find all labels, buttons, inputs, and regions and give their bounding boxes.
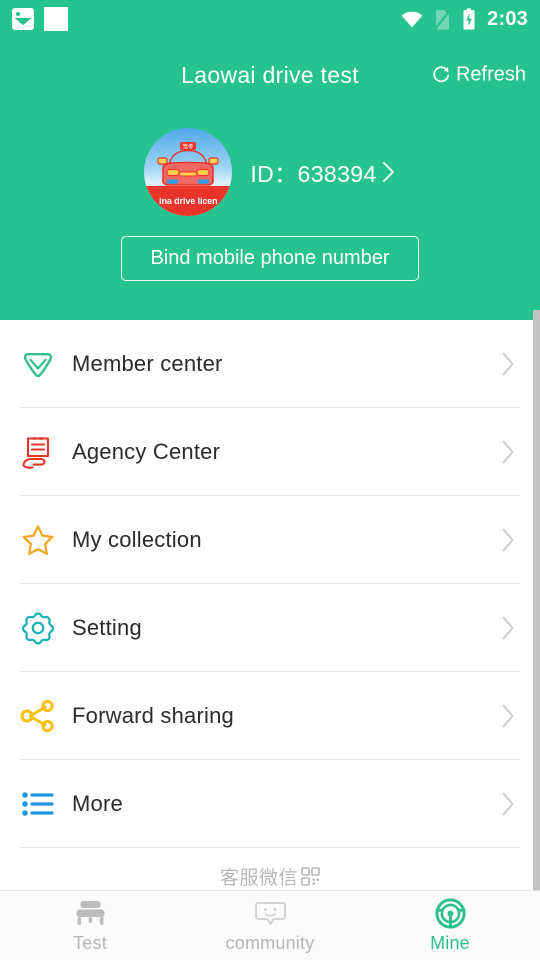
- tab-community[interactable]: community: [180, 891, 360, 960]
- chevron-right-icon: [502, 792, 514, 815]
- avatar-caption-band: ina drive licen: [144, 186, 233, 216]
- blank-notification-icon: [44, 7, 68, 31]
- status-bar-clock: 2:03: [487, 8, 528, 30]
- avatar[interactable]: 驾考 ina drive licen: [144, 128, 233, 216]
- customer-service-label: 客服微信: [219, 867, 298, 889]
- menu-item-label: Member center: [72, 350, 223, 376]
- tab-label: Test: [73, 933, 107, 953]
- menu-item-label: More: [72, 790, 123, 816]
- tab-label: Mine: [430, 933, 470, 953]
- menu-item-member-center[interactable]: Member center: [0, 320, 540, 407]
- wifi-icon: [401, 11, 423, 27]
- menu-item-label: Agency Center: [72, 438, 221, 464]
- car-icon: [76, 901, 104, 925]
- star-icon: [22, 524, 54, 555]
- menu-item-label: Forward sharing: [72, 702, 234, 728]
- refresh-icon: [433, 66, 450, 83]
- svg-text:驾考: 驾考: [183, 142, 195, 150]
- green-header: 2:03 Laowai drive test Refresh 驾考 ina dr…: [0, 0, 540, 320]
- chevron-right-icon: [382, 162, 394, 182]
- sim-off-icon: [434, 9, 452, 30]
- smiley-bubble-icon: [254, 902, 286, 925]
- menu-item-setting[interactable]: Setting: [0, 584, 540, 671]
- status-bar: 2:03: [0, 0, 540, 38]
- list-icon: [22, 791, 54, 816]
- status-bar-left: [12, 7, 68, 31]
- user-id-button[interactable]: ID：638394: [250, 155, 395, 189]
- avatar-caption: ina drive licen: [159, 196, 218, 206]
- bottom-tab-bar: Test community Mine: [0, 890, 540, 960]
- menu-list: Member center Agency Center My collectio…: [0, 320, 540, 890]
- page-title: Laowai drive test: [181, 61, 359, 88]
- menu-item-label: My collection: [72, 526, 202, 552]
- battery-charging-icon: [463, 8, 475, 30]
- photo-icon: [12, 8, 34, 30]
- status-bar-right: 2:03: [401, 8, 528, 30]
- app-root: 2:03 Laowai drive test Refresh 驾考 ina dr…: [0, 0, 540, 960]
- chevron-right-icon: [502, 440, 514, 463]
- tab-test[interactable]: Test: [0, 891, 180, 960]
- menu-item-agency-center[interactable]: Agency Center: [0, 408, 540, 495]
- bind-mobile-phone-button[interactable]: Bind mobile phone number: [121, 236, 419, 281]
- document-hand-icon: [22, 436, 50, 469]
- steering-wheel-icon: [434, 898, 466, 929]
- qr-code-icon: [301, 866, 320, 886]
- tab-label: community: [225, 933, 315, 953]
- refresh-label: Refresh: [455, 63, 526, 86]
- share-icon: [20, 699, 54, 732]
- menu-item-more[interactable]: More: [0, 760, 540, 847]
- menu-item-label: Setting: [72, 614, 142, 640]
- menu-item-forward-sharing[interactable]: Forward sharing: [0, 672, 540, 759]
- chevron-right-icon: [502, 528, 514, 551]
- vertical-scrollbar[interactable]: [533, 310, 540, 890]
- chevron-right-icon: [502, 704, 514, 727]
- tab-mine[interactable]: Mine: [360, 891, 540, 960]
- profile-row: 驾考 ina drive licen ID：638394: [0, 128, 540, 216]
- chevron-right-icon: [502, 352, 514, 375]
- gear-icon: [22, 611, 54, 644]
- diamond-icon: [23, 352, 53, 377]
- refresh-button[interactable]: Refresh: [432, 64, 526, 87]
- user-id-label: ID：638394: [250, 161, 377, 187]
- title-bar: Laowai drive test Refresh: [0, 55, 540, 95]
- bind-mobile-phone-label: Bind mobile phone number: [150, 247, 390, 269]
- chevron-right-icon: [502, 616, 514, 639]
- menu-item-my-collection[interactable]: My collection: [0, 496, 540, 583]
